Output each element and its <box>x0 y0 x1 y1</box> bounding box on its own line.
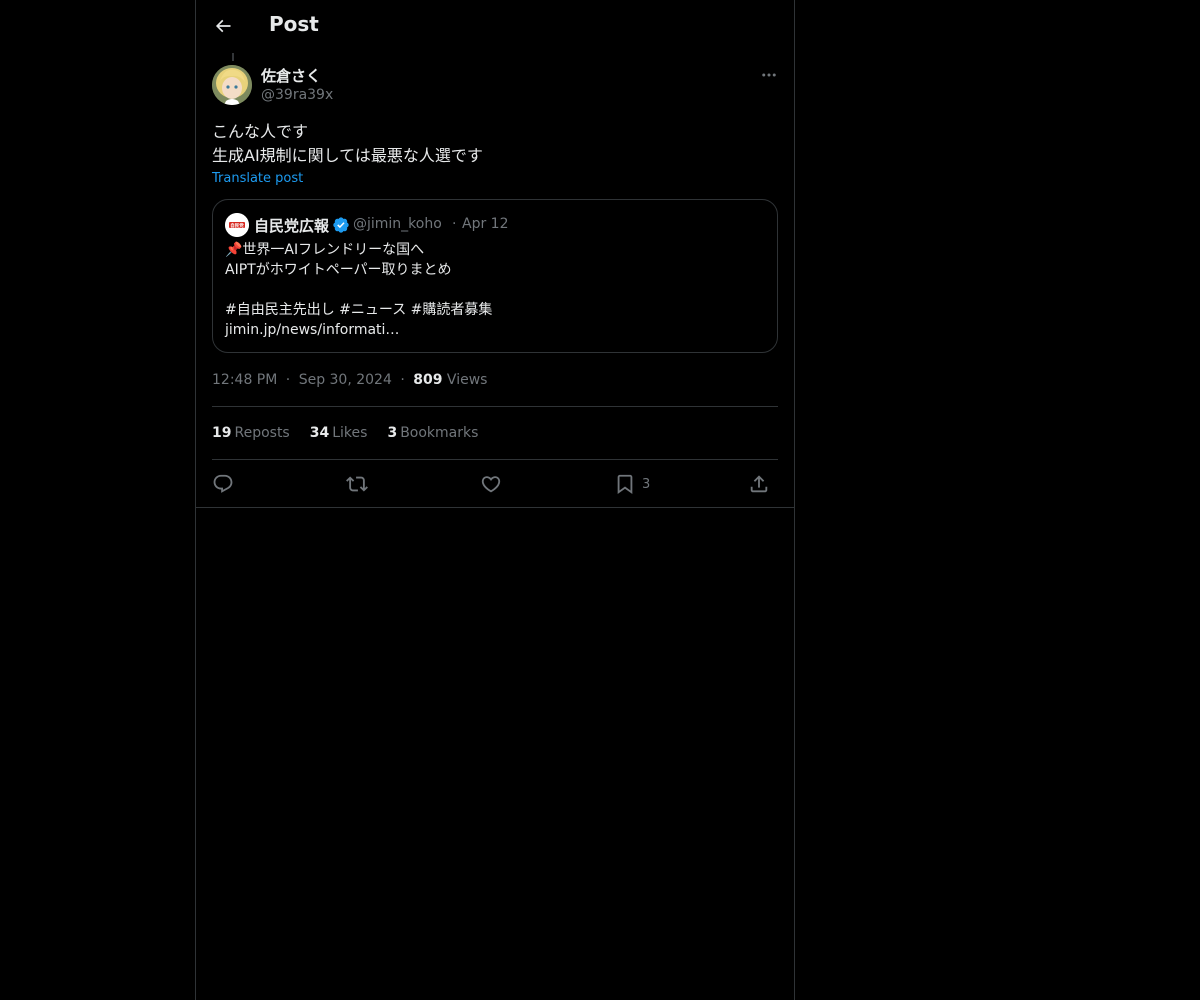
views-label: Views <box>446 372 488 388</box>
author-name[interactable]: 佐倉さく <box>261 65 321 86</box>
bookmark-count: 3 <box>642 476 651 492</box>
bookmarks-count: 3 <box>387 425 398 441</box>
reposts-stat[interactable]: 19 Reposts <box>212 425 290 441</box>
repost-button[interactable] <box>346 470 368 498</box>
reply-icon <box>213 474 233 493</box>
post-detail-column: Post 佐倉さく @39ra39x こんな人です 生成AI規制に関しては最悪な… <box>195 0 795 1000</box>
author-avatar[interactable] <box>212 65 252 105</box>
quoted-post-date[interactable]: Apr 12 <box>462 216 508 232</box>
quoted-text-line: AIPTがホワイトペーパー取りまとめ <box>225 262 452 278</box>
quoted-text-line: 📌世界一AIフレンドリーな国へ <box>225 242 425 258</box>
page-header: Post <box>196 0 794 53</box>
page-title: Post <box>269 12 319 36</box>
separator-dot: · <box>400 372 405 388</box>
post-time[interactable]: 12:48 PM <box>212 372 277 388</box>
separator-dot: · <box>452 216 457 232</box>
likes-label: Likes <box>332 425 368 441</box>
quoted-post-text: 📌世界一AIフレンドリーな国へ AIPTがホワイトペーパー取りまとめ #自由民主… <box>225 240 492 340</box>
divider <box>212 406 778 407</box>
quoted-author-avatar[interactable]: 自民党 <box>225 213 249 237</box>
post-text: こんな人です 生成AI規制に関しては最悪な人選です <box>212 120 778 168</box>
more-options-button[interactable] <box>756 62 782 88</box>
quoted-post-card[interactable]: 自民党 自民党広報 @jimin_koho · Apr 12 📌世界一AIフレン… <box>212 199 778 353</box>
post-text-line: 生成AI規制に関しては最悪な人選です <box>212 146 483 165</box>
quoted-text-line: jimin.jp/news/informati… <box>225 322 400 338</box>
views-count: 809 <box>413 372 443 388</box>
translate-post-link[interactable]: Translate post <box>212 171 303 186</box>
post-date[interactable]: Sep 30, 2024 <box>299 372 392 388</box>
divider <box>212 459 778 460</box>
bookmarks-stat[interactable]: 3 Bookmarks <box>387 425 478 441</box>
heart-icon <box>481 476 501 493</box>
verified-badge-icon <box>332 216 350 234</box>
reply-button[interactable] <box>212 470 234 498</box>
bookmark-button[interactable]: 3 <box>614 470 650 498</box>
post-text-line: こんな人です <box>212 122 309 141</box>
post-bottom-border <box>196 507 794 508</box>
thread-connector-line <box>232 53 234 61</box>
back-button[interactable] <box>208 11 238 41</box>
post-meta: 12:48 PM · Sep 30, 2024 · 809 Views <box>212 372 487 388</box>
quoted-author-name[interactable]: 自民党広報 <box>254 215 329 236</box>
engagement-stats: 19 Reposts 34 Likes 3 Bookmarks <box>212 425 478 441</box>
likes-count: 34 <box>309 425 330 441</box>
quoted-text-line: #自由民主先出し #ニュース #購読者募集 <box>225 302 493 318</box>
bookmark-icon <box>617 474 633 495</box>
separator-dot: · <box>285 372 291 388</box>
quoted-avatar-logo-text: 自民党 <box>230 222 244 229</box>
arrow-left-icon <box>215 19 231 33</box>
reposts-label: Reposts <box>234 425 290 441</box>
action-bar: 3 <box>212 470 778 498</box>
share-button[interactable] <box>748 470 770 498</box>
quoted-author-handle[interactable]: @jimin_koho <box>353 216 442 232</box>
reposts-count: 19 <box>212 425 232 441</box>
share-icon <box>750 475 768 493</box>
more-horizontal-icon <box>762 73 776 77</box>
likes-stat[interactable]: 34 Likes <box>310 425 368 441</box>
like-button[interactable] <box>480 470 502 498</box>
repost-icon <box>346 476 368 492</box>
author-handle[interactable]: @39ra39x <box>261 87 333 103</box>
quoted-text-line <box>225 280 492 300</box>
bookmarks-label: Bookmarks <box>400 425 479 441</box>
